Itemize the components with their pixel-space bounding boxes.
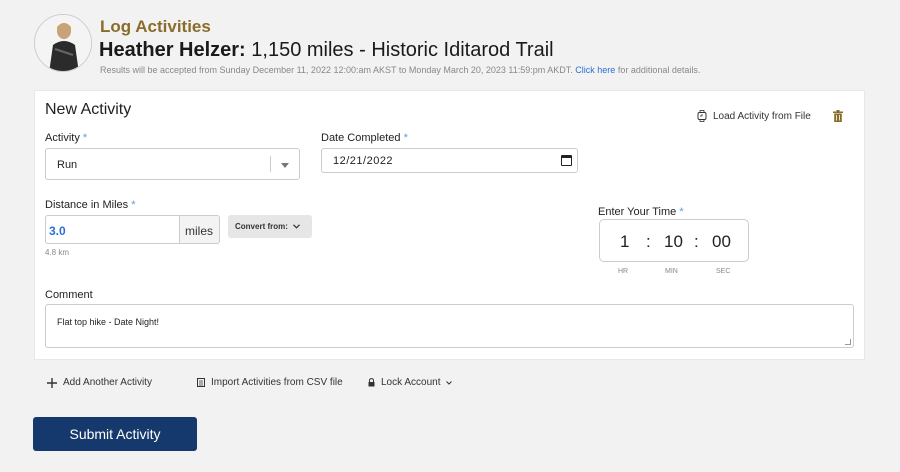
add-activity-button[interactable]: Add Another Activity [47,377,152,388]
comment-textarea[interactable]: Flat top hike - Date Night! [45,304,854,348]
time-separator: : [646,232,651,251]
convert-from-button[interactable]: Convert from: [228,215,312,238]
date-completed-input[interactable]: 12/21/2022 [321,148,578,173]
chevron-down-icon [281,163,289,168]
distance-unit: miles [179,215,220,244]
time-minutes[interactable]: 10 [664,232,683,252]
distance-km: 4.8 km [45,248,70,257]
hr-label: HR [618,268,629,275]
comment-value: Flat top hike - Date Night! [57,317,160,327]
lock-account-label: Lock Account [381,377,441,388]
time-hours[interactable]: 1 [620,232,629,252]
calendar-icon[interactable] [561,155,572,166]
challenge-name: 1,150 miles - Historic Iditarod Trail [251,39,554,61]
import-csv-button[interactable]: Import Activities from CSV file [197,377,343,388]
chevron-down-icon [293,224,301,229]
card-title: New Activity [45,101,132,118]
load-activity-label: Load Activity from File [713,110,811,122]
load-activity-button[interactable]: Load Activity from File [697,110,811,122]
participant-name: Heather Helzer: [99,39,246,61]
submit-activity-button[interactable]: Submit Activity [33,417,197,451]
sec-label: SEC [716,268,731,275]
time-label: Enter Your Time * [598,206,684,218]
note-suffix: for additional details. [617,65,701,75]
convert-label: Convert from: [235,222,288,231]
section-title: Log Activities [100,17,211,36]
add-activity-label: Add Another Activity [63,377,152,388]
activity-value: Run [57,159,78,171]
comment-label: Comment [45,289,93,301]
avatar [34,14,92,72]
date-value: 12/21/2022 [333,155,394,167]
note-text: Results will be accepted from Sunday Dec… [100,65,573,75]
distance-input[interactable]: 3.0 [45,215,179,244]
results-window-note: Results will be accepted from Sunday Dec… [100,65,700,75]
document-icon [197,378,205,387]
activity-label: Activity * [45,132,88,144]
distance-label: Distance in Miles * [45,199,136,211]
details-link[interactable]: Click here [575,65,615,75]
date-label: Date Completed * [321,132,408,144]
plus-icon [47,377,57,388]
resize-handle[interactable] [845,339,851,345]
challenge-heading: Heather Helzer: 1,150 miles - Historic I… [99,39,554,62]
trash-icon[interactable] [833,110,843,122]
select-separator [270,156,271,172]
import-csv-label: Import Activities from CSV file [211,377,343,388]
min-label: MIN [665,268,678,275]
time-separator: : [694,232,699,251]
time-seconds[interactable]: 00 [712,232,731,252]
lock-icon [368,378,375,387]
activity-select[interactable]: Run [45,148,300,180]
lock-account-button[interactable]: Lock Account [368,377,453,388]
watch-icon [697,110,707,122]
chevron-down-icon [446,380,453,385]
